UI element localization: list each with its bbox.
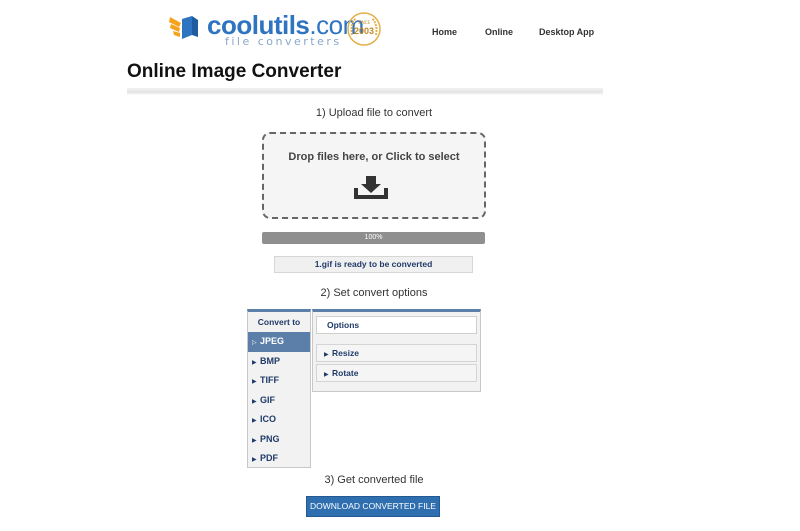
options-panel: Options ▶ Resize ▶ Rotate [312, 309, 481, 392]
convert-to-panel: Convert to ▷ JPEG ▶ BMP ▶ TIFF ▶ GIF ▶ ICO ▶ P… [247, 309, 311, 468]
download-tray-icon [354, 176, 388, 199]
since-year: 2003 [354, 26, 374, 36]
format-jpeg[interactable]: ▷ JPEG [248, 332, 310, 352]
triangle-right-icon: ▶ [252, 457, 257, 463]
format-png[interactable]: ▶ PNG [248, 430, 310, 450]
format-bmp[interactable]: ▶ BMP [248, 352, 310, 372]
options-header: Options [316, 316, 477, 334]
since-badge-icon: SINCE 2003 [347, 12, 381, 46]
format-pdf[interactable]: ▶ PDF [248, 449, 310, 469]
progress-percent: 100% [364, 234, 383, 241]
format-gif[interactable]: ▶ GIF [248, 391, 310, 411]
triangle-right-icon: ▶ [324, 372, 329, 378]
dropzone-text: Drop files here, or Click to select [288, 151, 460, 163]
format-tiff[interactable]: ▶ TIFF [248, 371, 310, 391]
triangle-right-icon: ▶ [252, 379, 257, 385]
triangle-right-icon: ▶ [324, 352, 329, 358]
step-upload-label: 1) Upload file to convert [315, 107, 433, 119]
coolutils-logo[interactable]: coolutils.com file converters SINCE 2003 [168, 10, 384, 48]
option-resize[interactable]: ▶ Resize [316, 344, 477, 362]
brand-tagline: file converters [225, 35, 342, 48]
page-title: Online Image Converter [127, 61, 342, 82]
triangle-right-icon: ▷ [252, 340, 257, 346]
download-converted-file-button[interactable]: DOWNLOAD CONVERTED FILE [306, 496, 440, 517]
nav-desktop-app-link[interactable]: Desktop App [539, 27, 594, 37]
step-result-label: 3) Get converted file [324, 474, 424, 486]
upload-status-message: 1.gif is ready to be converted [274, 256, 473, 273]
title-divider [127, 88, 603, 95]
format-ico[interactable]: ▶ ICO [248, 410, 310, 430]
step-options-label: 2) Set convert options [320, 287, 428, 299]
upload-progress-bar: 100% [262, 232, 485, 244]
file-dropzone[interactable]: Drop files here, or Click to select [262, 132, 486, 219]
wing-logo-icon [169, 16, 198, 39]
option-rotate[interactable]: ▶ Rotate [316, 364, 477, 382]
triangle-right-icon: ▶ [252, 418, 257, 424]
nav-home-link[interactable]: Home [432, 27, 457, 37]
since-label: SINCE [358, 20, 371, 25]
convert-to-header: Convert to [257, 317, 301, 327]
nav-online-link[interactable]: Online [485, 27, 513, 37]
